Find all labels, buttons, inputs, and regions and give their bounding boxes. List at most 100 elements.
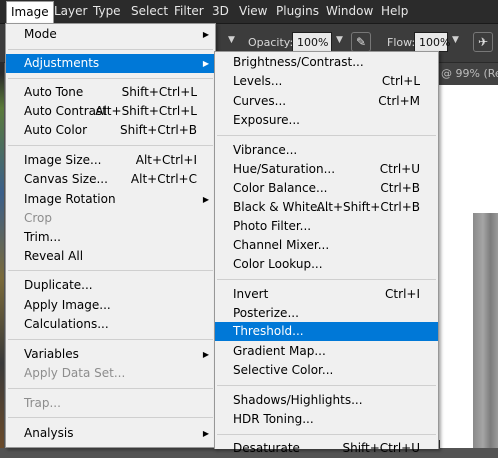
menu-item-label: Crop [24,211,53,225]
menu-item-label: Image Rotation [24,192,116,206]
menu-separator [8,388,213,389]
menu-item-label: HDR Toning... [233,412,314,426]
menu-item-crop[interactable]: Crop [6,209,215,228]
menu-item-image-size[interactable]: Image Size... Alt+Ctrl+I [6,151,215,170]
flow-field[interactable]: 100% [414,32,450,52]
menu-item-label: Photo Filter... [233,219,312,233]
menu-item-color-balance[interactable]: Color Balance... Ctrl+B [215,179,438,198]
menu-item-label: Variables [24,347,79,361]
menu-item-label: Vibrance... [233,143,298,157]
shortcut-label: Ctrl+B [380,181,420,195]
menu-item-label: Threshold... [233,324,304,338]
menu-window[interactable]: Window [322,0,377,23]
menu-item-label: Auto Tone [24,85,84,99]
menu-item-mode[interactable]: Mode ▶ [6,25,215,44]
pressure-opacity-icon[interactable]: ✎ [351,32,371,52]
menu-type[interactable]: Type [89,0,125,23]
menu-item-label: Color Lookup... [233,257,323,271]
menu-bar: Image Layer Type Select Filter 3D View P… [0,0,498,24]
menu-3d[interactable]: 3D [208,0,233,23]
shortcut-label: Alt+Shift+Ctrl+L [95,104,197,118]
chevron-down-icon[interactable]: ▼ [228,35,235,45]
menu-separator [8,417,213,418]
menu-separator [8,339,213,340]
menu-item-exposure[interactable]: Exposure... [215,111,438,130]
menu-item-image-rotation[interactable]: Image Rotation ▶ [6,190,215,209]
shortcut-label: Ctrl+I [385,287,420,301]
chevron-down-icon[interactable]: ▼ [336,35,343,45]
document-tab[interactable]: @ 99% (Reto [437,63,498,85]
menu-item-gradient-map[interactable]: Gradient Map... [215,342,438,361]
menu-item-label: Trap... [24,396,61,410]
canvas-image [473,213,498,448]
menu-item-apply-image[interactable]: Apply Image... [6,296,215,315]
menu-view[interactable]: View [235,0,271,23]
chevron-down-icon[interactable]: ▼ [452,35,459,45]
tools-panel-edge [0,23,4,448]
menu-item-duplicate[interactable]: Duplicate... [6,276,215,295]
menu-item-photo-filter[interactable]: Photo Filter... [215,217,438,236]
menu-item-hdr-toning[interactable]: HDR Toning... [215,410,438,429]
menu-plugins[interactable]: Plugins [272,0,323,23]
menu-item-invert[interactable]: Invert Ctrl+I [215,285,438,304]
menu-separator [217,279,436,280]
menu-help[interactable]: Help [377,0,412,23]
submenu-arrow-icon: ▶ [202,59,209,68]
menu-item-calculations[interactable]: Calculations... [6,315,215,334]
menu-item-label: Brightness/Contrast... [233,55,364,69]
menu-item-label: Mode [24,27,57,41]
menu-item-auto-color[interactable]: Auto Color Shift+Ctrl+B [6,121,215,140]
menu-item-label: Hue/Saturation... [233,162,336,176]
menu-item-reveal-all[interactable]: Reveal All [6,247,215,266]
menu-separator [8,78,213,79]
menu-image[interactable]: Image [6,1,54,24]
shortcut-label: Alt+Ctrl+C [130,172,197,186]
menu-item-apply-data-set[interactable]: Apply Data Set... [6,364,215,383]
menu-item-color-lookup[interactable]: Color Lookup... [215,255,438,274]
menu-item-desaturate[interactable]: Desaturate Shift+Ctrl+U [215,439,438,458]
shortcut-label: Alt+Shift+Ctrl+B [316,200,420,214]
menu-item-selective-color[interactable]: Selective Color... [215,361,438,380]
submenu-arrow-icon: ▶ [202,350,209,359]
menu-item-vibrance[interactable]: Vibrance... [215,141,438,160]
menu-item-canvas-size[interactable]: Canvas Size... Alt+Ctrl+C [6,170,215,189]
menu-item-label: Selective Color... [233,363,334,377]
menu-item-label: Image Size... [24,153,102,167]
menu-item-label: Gradient Map... [233,344,326,358]
menu-item-trim[interactable]: Trim... [6,228,215,247]
menu-item-analysis[interactable]: Analysis ▶ [6,424,215,443]
menu-item-label: Desaturate [233,441,300,455]
shortcut-label: Ctrl+L [381,74,420,88]
menu-item-label: Invert [233,287,269,301]
menu-separator [8,145,213,146]
menu-item-threshold[interactable]: Threshold... [215,322,438,341]
menu-layer[interactable]: Layer [50,0,91,23]
menu-select[interactable]: Select [127,0,172,23]
menu-item-channel-mixer[interactable]: Channel Mixer... [215,236,438,255]
menu-item-auto-contrast[interactable]: Auto Contrast Alt+Shift+Ctrl+L [6,102,215,121]
airbrush-icon[interactable]: ✈ [473,32,493,52]
menu-item-levels[interactable]: Levels... Ctrl+L [215,72,438,91]
menu-item-brightness-contrast[interactable]: Brightness/Contrast... [215,53,438,72]
menu-item-label: Apply Data Set... [24,366,126,380]
menu-filter[interactable]: Filter [170,0,208,23]
opacity-field[interactable]: 100% [292,32,332,52]
menu-item-hue-saturation[interactable]: Hue/Saturation... Ctrl+U [215,160,438,179]
menu-item-variables[interactable]: Variables ▶ [6,345,215,364]
submenu-arrow-icon: ▶ [202,195,209,204]
menu-item-shadows-highlights[interactable]: Shadows/Highlights... [215,391,438,410]
menu-item-posterize[interactable]: Posterize... [215,304,438,323]
menu-item-black-white[interactable]: Black & White... Alt+Shift+Ctrl+B [215,198,438,217]
menu-item-label: Exposure... [233,113,300,127]
menu-item-trap[interactable]: Trap... [6,394,215,413]
menu-item-auto-tone[interactable]: Auto Tone Shift+Ctrl+L [6,83,215,102]
menu-separator [217,135,436,136]
image-menu: Mode ▶ Adjustments ▶ Auto Tone Shift+Ctr… [5,23,216,448]
menu-item-curves[interactable]: Curves... Ctrl+M [215,92,438,111]
menu-separator [8,270,213,271]
menu-item-label: Canvas Size... [24,172,108,186]
menu-separator [8,49,213,50]
menu-item-adjustments[interactable]: Adjustments ▶ [6,54,215,73]
menu-separator [217,434,436,435]
shortcut-label: Shift+Ctrl+U [342,441,420,455]
